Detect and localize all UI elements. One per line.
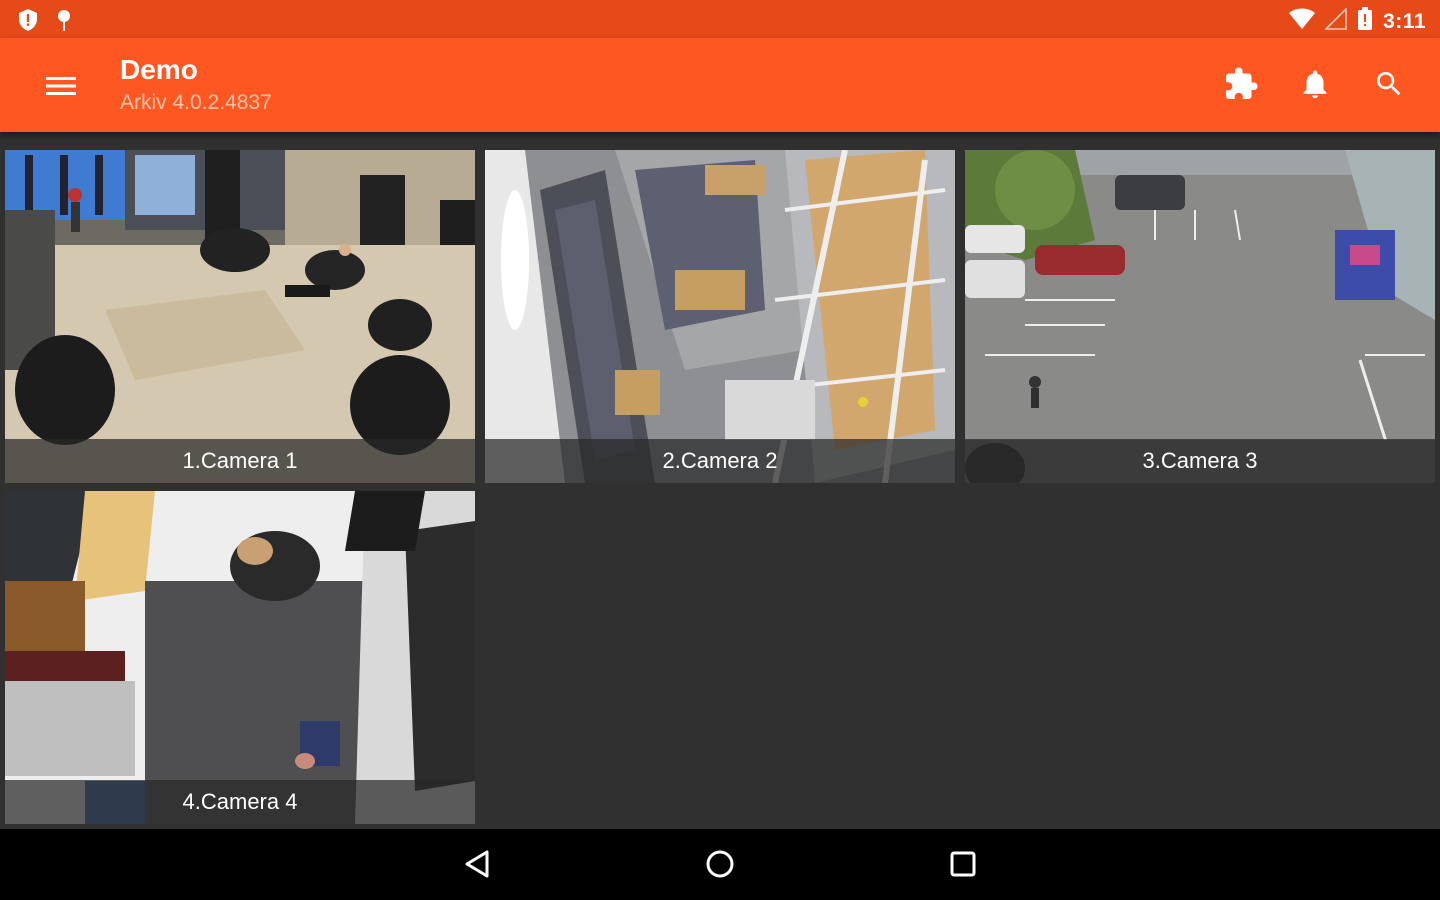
camera-feed-office xyxy=(5,491,475,824)
shield-notification-icon xyxy=(16,8,40,37)
camera-feed-lobby xyxy=(5,150,475,483)
location-pin-icon xyxy=(54,8,74,37)
hamburger-menu-icon xyxy=(46,75,76,102)
camera-label: 1.Camera 1 xyxy=(5,439,475,483)
back-triangle-icon xyxy=(463,849,493,884)
menu-button[interactable] xyxy=(38,65,84,111)
camera-label: 4.Camera 4 xyxy=(5,780,475,824)
nav-home-button[interactable] xyxy=(697,843,743,889)
toolbar-titles: Demo Arkiv 4.0.2.4837 xyxy=(120,52,272,118)
system-nav-bar xyxy=(0,829,1440,900)
camera-tile-4[interactable]: 4.Camera 4 xyxy=(5,491,475,824)
wifi-icon xyxy=(1289,8,1316,35)
camera-tile-1[interactable]: 1.Camera 1 xyxy=(5,150,475,483)
camera-feed-warehouse xyxy=(485,150,955,483)
page-title: Demo xyxy=(120,54,198,85)
status-bar: 3:11 xyxy=(0,0,1440,38)
signal-icon xyxy=(1324,7,1347,35)
camera-tile-2[interactable]: 2.Camera 2 xyxy=(485,150,955,483)
page-subtitle: Arkiv 4.0.2.4837 xyxy=(120,91,272,114)
recents-square-icon xyxy=(949,850,977,883)
camera-label: 2.Camera 2 xyxy=(485,439,955,483)
status-time: 3:11 xyxy=(1383,9,1426,33)
camera-feed-parking xyxy=(965,150,1435,483)
camera-tile-3[interactable]: 3.Camera 3 xyxy=(965,150,1435,483)
notifications-button[interactable] xyxy=(1292,63,1338,109)
battery-icon xyxy=(1357,7,1373,36)
app-bar: Demo Arkiv 4.0.2.4837 xyxy=(0,38,1440,132)
camera-label: 3.Camera 3 xyxy=(965,439,1435,483)
plugins-button[interactable] xyxy=(1218,63,1264,109)
search-icon xyxy=(1373,68,1405,105)
puzzle-plugin-icon xyxy=(1223,66,1259,107)
nav-recents-button[interactable] xyxy=(940,843,986,889)
search-button[interactable] xyxy=(1366,63,1412,109)
bell-notification-icon xyxy=(1298,66,1332,107)
home-circle-icon xyxy=(705,849,735,884)
nav-back-button[interactable] xyxy=(455,843,501,889)
camera-grid: 1.Camera 1 2.Camera 2 3.Camera 3 4.Camer… xyxy=(0,132,1440,829)
